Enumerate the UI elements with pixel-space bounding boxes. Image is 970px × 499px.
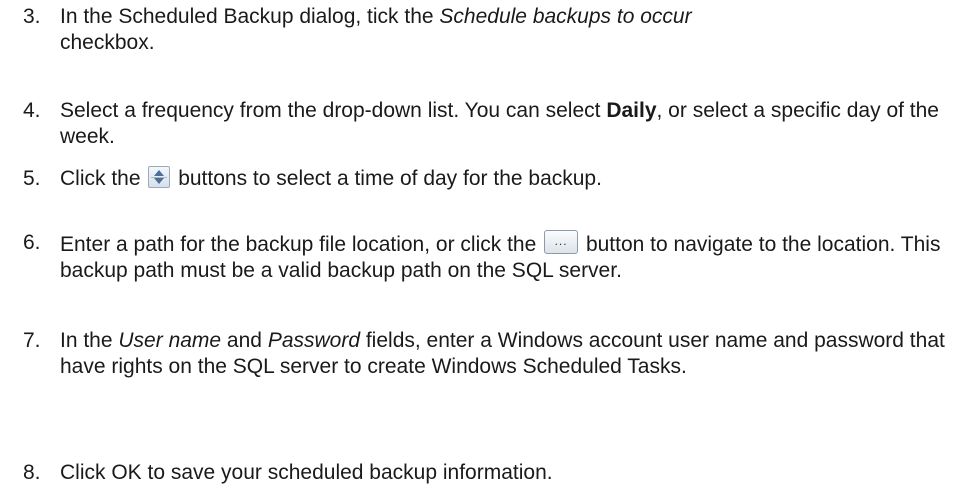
step-text: Select a frequency from the drop-down li… (60, 99, 939, 148)
step-text: Enter a path for the backup file locatio… (60, 230, 965, 284)
step-number: 7. (23, 329, 41, 352)
spinner-up-down-icon (148, 166, 171, 188)
step-text: Click the buttons to select a time of da… (60, 166, 602, 190)
step-text: In the User name and Password fields, en… (60, 329, 945, 378)
step-number: 8. (23, 461, 41, 484)
step-number: 3. (23, 5, 41, 28)
field-password: Password (267, 329, 361, 352)
step-text: In the Scheduled Backup dialog, tick the… (60, 5, 692, 54)
field-user-name: User name (118, 329, 222, 352)
step-text: Click OK to save your scheduled backup i… (60, 461, 553, 484)
checkbox-name: Schedule backups to occur (439, 5, 692, 28)
step-number: 5. (23, 167, 41, 190)
ellipsis-browse-button-icon: ... (544, 230, 579, 254)
option-daily: Daily (606, 99, 657, 122)
step-number: 6. (23, 231, 41, 254)
instruction-steps: 3. In the Scheduled Backup dialog, tick … (0, 0, 970, 499)
step-number: 4. (23, 99, 41, 122)
